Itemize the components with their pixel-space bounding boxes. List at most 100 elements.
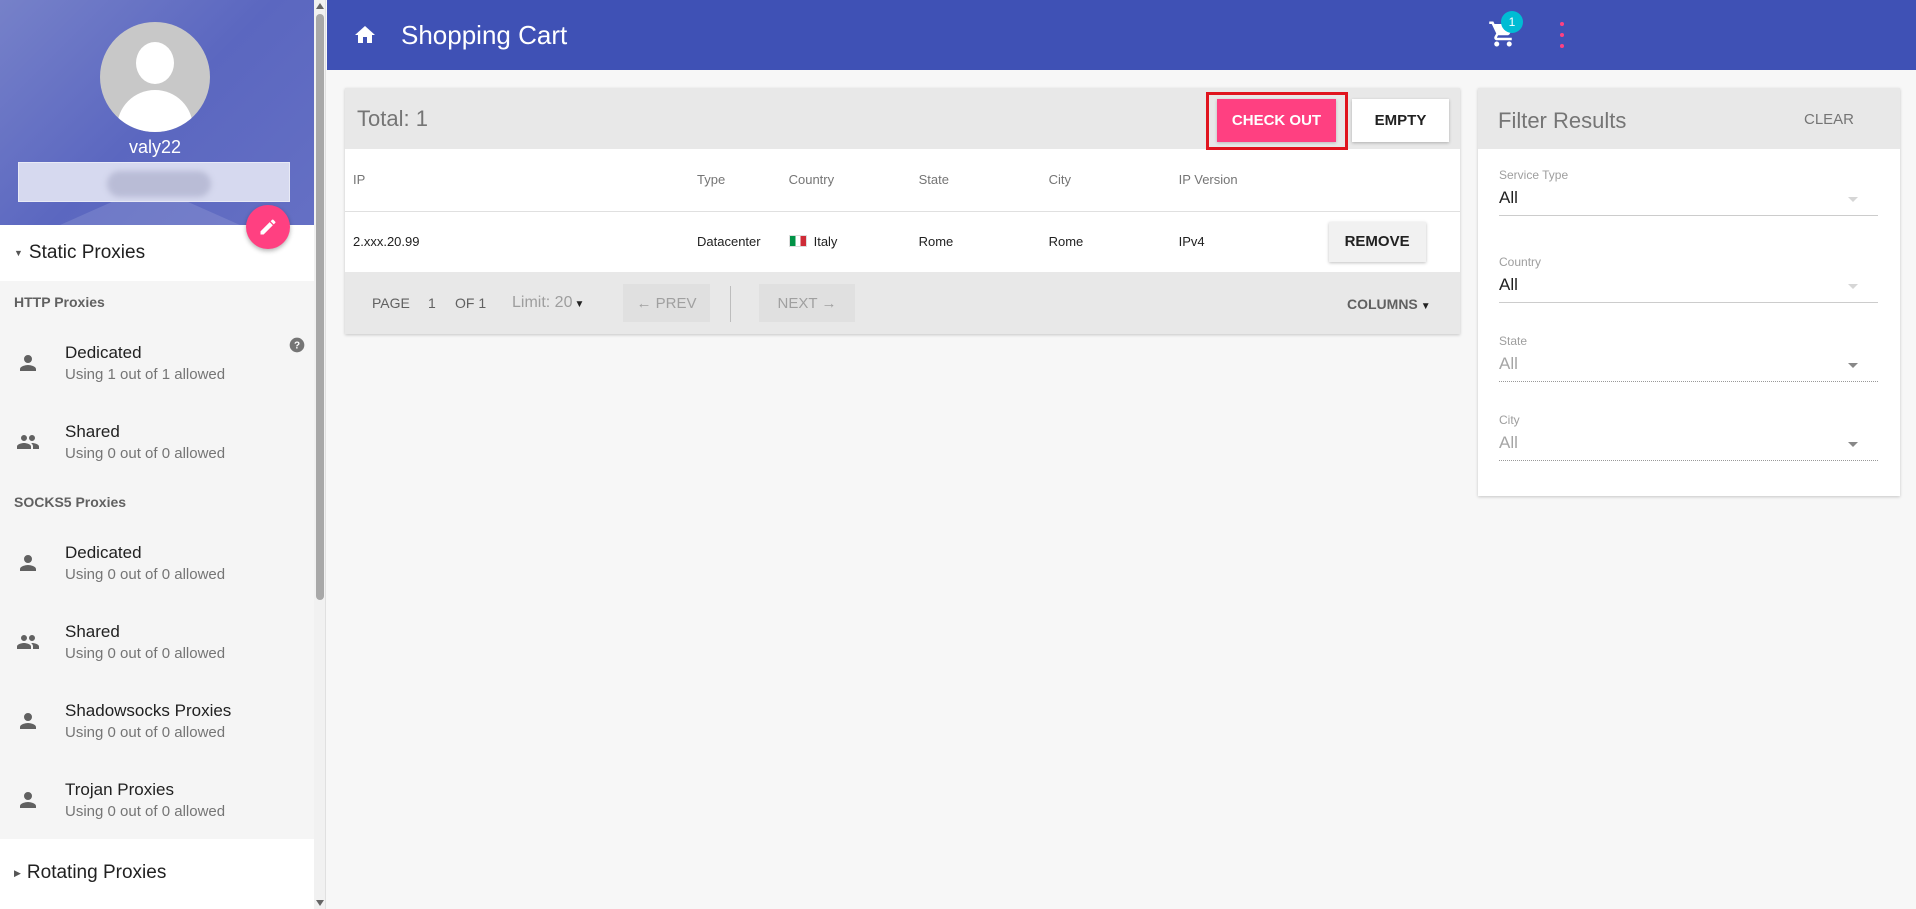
page-total: OF 1 bbox=[455, 295, 487, 311]
sidebar: valy22 ▼ Static Proxies HTTP Proxies Ded… bbox=[0, 0, 326, 909]
field-value: All bbox=[1499, 275, 1878, 303]
service-type-select[interactable]: Service Type All bbox=[1499, 168, 1878, 216]
item-title: Shadowsocks Proxies bbox=[65, 700, 232, 720]
country-name: Italy bbox=[813, 234, 838, 250]
filter-title: Filter Results bbox=[1498, 108, 1627, 133]
help-icon[interactable]: ? bbox=[289, 337, 305, 358]
item-title: Trojan Proxies bbox=[65, 779, 174, 799]
person-icon bbox=[14, 786, 42, 814]
person-icon bbox=[14, 349, 42, 377]
sidebar-item-shadowsocks[interactable]: Shadowsocks Proxies Using 0 out of 0 allo… bbox=[0, 681, 325, 760]
cell-city: Rome bbox=[1048, 234, 1084, 250]
field-label: Country bbox=[1499, 255, 1542, 269]
profile-header: valy22 bbox=[0, 0, 325, 225]
rotating-proxies-section[interactable]: ▶ Rotating Proxies bbox=[0, 845, 325, 901]
field-label: State bbox=[1499, 334, 1528, 348]
socks5-proxies-group: SOCKS5 Proxies bbox=[0, 481, 325, 523]
page-number[interactable]: 1 bbox=[428, 295, 436, 311]
prev-page-button[interactable]: ← PREV bbox=[623, 284, 710, 322]
field-label: Service Type bbox=[1499, 168, 1569, 182]
clear-filters-button[interactable]: CLEAR bbox=[1804, 111, 1854, 128]
cell-action: REMOVE bbox=[1328, 211, 1460, 272]
next-page-button[interactable]: NEXT → bbox=[759, 284, 855, 322]
edit-profile-button[interactable] bbox=[246, 205, 290, 249]
app-bar: Shopping Cart bbox=[327, 0, 1916, 70]
scroll-down-icon[interactable] bbox=[316, 900, 324, 906]
pagination-bar: PAGE 1 OF 1 Limit: 20 ▼ ← PREV NEXT → COL… bbox=[345, 272, 1460, 334]
cart-table: IP Type Country State City IP Version 2.… bbox=[345, 149, 1460, 272]
sidebar-item-trojan[interactable]: Trojan Proxies Using 0 out of 0 allowed bbox=[0, 760, 325, 839]
group-icon bbox=[14, 428, 42, 456]
cart-total: Total: 1 bbox=[357, 106, 428, 131]
field-value: All bbox=[1499, 188, 1878, 216]
caret-down-icon: ▼ bbox=[14, 248, 23, 258]
cart-count-badge: 1 bbox=[1501, 11, 1523, 33]
sidebar-item-socks-dedicated[interactable]: Dedicated Using 0 out of 0 allowed bbox=[0, 523, 325, 602]
city-select[interactable]: City All bbox=[1499, 413, 1878, 461]
checkout-button[interactable]: CHECK OUT bbox=[1217, 99, 1336, 142]
filter-card-header: Filter Results CLEAR bbox=[1478, 88, 1900, 149]
dropdown-arrow-icon bbox=[1848, 284, 1858, 289]
field-label: City bbox=[1499, 413, 1520, 427]
item-usage: Using 0 out of 0 allowed bbox=[65, 802, 226, 820]
pager-divider bbox=[730, 286, 731, 322]
empty-cart-button[interactable]: EMPTY bbox=[1352, 99, 1449, 142]
scroll-up-icon[interactable] bbox=[316, 3, 324, 9]
caret-down-icon: ▼ bbox=[1420, 301, 1431, 312]
state-select[interactable]: State All bbox=[1499, 334, 1878, 382]
column-header-country[interactable]: Country bbox=[788, 149, 919, 212]
columns-menu-button[interactable]: COLUMNS ▼ bbox=[1347, 296, 1431, 312]
group-icon bbox=[14, 628, 42, 656]
remove-button[interactable]: REMOVE bbox=[1328, 221, 1426, 262]
pencil-icon bbox=[260, 219, 276, 235]
field-value: All bbox=[1499, 433, 1878, 461]
cell-state: Rome bbox=[918, 234, 954, 250]
field-value-text: All bbox=[1499, 275, 1518, 294]
caret-right-icon: ▶ bbox=[14, 867, 21, 878]
home-icon[interactable] bbox=[351, 21, 379, 49]
item-usage: Using 0 out of 0 allowed bbox=[65, 565, 226, 583]
column-header-state[interactable]: State bbox=[918, 149, 1049, 212]
sidebar-item-socks-shared[interactable]: Shared Using 0 out of 0 allowed bbox=[0, 602, 325, 681]
cart-card: Total: 1 CHECK OUT EMPTY IP Type Country… bbox=[345, 88, 1460, 334]
item-usage: Using 0 out of 0 allowed bbox=[65, 444, 226, 462]
country-select[interactable]: Country All bbox=[1499, 255, 1878, 303]
cart-card-header: Total: 1 CHECK OUT EMPTY bbox=[345, 88, 1460, 150]
dropdown-arrow-icon bbox=[1848, 197, 1858, 202]
page-label: PAGE bbox=[372, 295, 410, 311]
limit-select[interactable]: Limit: 20 ▼ bbox=[512, 294, 584, 312]
username: valy22 bbox=[128, 137, 182, 157]
cell-ip-version: IPv4 bbox=[1178, 234, 1205, 250]
avatar[interactable] bbox=[100, 22, 210, 132]
page-title: Shopping Cart bbox=[401, 19, 568, 50]
column-header-ip-version[interactable]: IP Version bbox=[1178, 149, 1329, 212]
field-value: All bbox=[1499, 354, 1878, 382]
sidebar-item-http-dedicated[interactable]: Dedicated Using 1 out of 1 allowed ? bbox=[0, 323, 325, 402]
table-row: 2.xxx.20.99 Datacenter Italy Rome Rome I… bbox=[345, 211, 1460, 272]
email-field-redacted bbox=[18, 162, 290, 202]
person-icon bbox=[14, 707, 42, 735]
scrollbar-thumb[interactable] bbox=[316, 14, 324, 600]
dropdown-arrow-icon bbox=[1848, 363, 1858, 368]
caret-down-icon: ▼ bbox=[574, 299, 585, 310]
table-header-row: IP Type Country State City IP Version bbox=[345, 149, 1460, 212]
sidebar-scrollbar[interactable] bbox=[314, 0, 325, 909]
dropdown-arrow-icon bbox=[1848, 442, 1858, 447]
limit-label: Limit: 20 bbox=[512, 294, 573, 311]
column-header-type[interactable]: Type bbox=[697, 149, 789, 212]
field-value-text: All bbox=[1499, 188, 1518, 207]
rotating-proxies-label: Rotating Proxies bbox=[26, 862, 167, 883]
italy-flag-icon bbox=[788, 235, 807, 248]
sidebar-item-http-shared[interactable]: Shared Using 0 out of 0 allowed bbox=[0, 402, 325, 481]
columns-label: COLUMNS bbox=[1347, 296, 1418, 312]
column-header-ip[interactable]: IP bbox=[345, 149, 697, 212]
item-title: Shared bbox=[65, 621, 120, 641]
more-vert-icon[interactable] bbox=[1552, 22, 1572, 48]
column-header-actions bbox=[1328, 149, 1460, 212]
item-usage: Using 0 out of 0 allowed bbox=[65, 723, 226, 741]
field-value-text: All bbox=[1499, 433, 1518, 452]
cell-type: Datacenter bbox=[697, 234, 761, 250]
item-usage: Using 1 out of 1 allowed bbox=[65, 365, 226, 383]
http-proxies-group: HTTP Proxies bbox=[0, 281, 325, 323]
column-header-city[interactable]: City bbox=[1048, 149, 1179, 212]
